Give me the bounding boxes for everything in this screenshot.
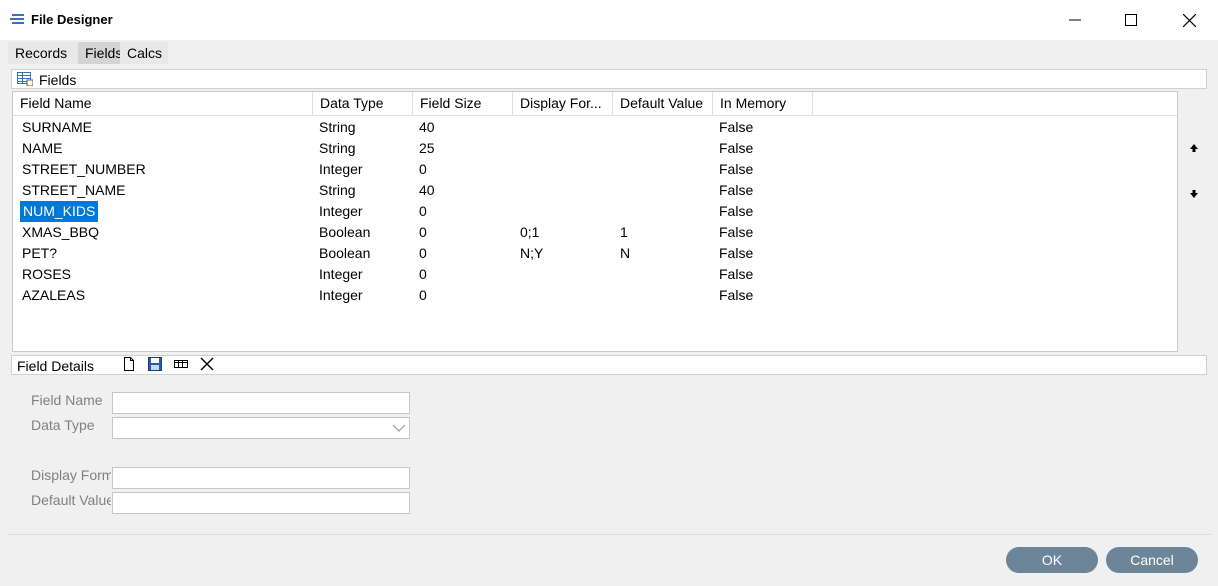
cell-field-size: 0 xyxy=(419,224,427,240)
cell-field-size: 0 xyxy=(419,203,427,219)
cell-in-memory: False xyxy=(719,224,754,240)
title-bar: File Designer xyxy=(0,0,1218,40)
column-header-field-size[interactable]: Field Size xyxy=(413,92,513,115)
table-row-selected[interactable]: NUM_KIDS Integer 0 False xyxy=(13,201,1177,222)
cell-in-memory: False xyxy=(719,161,754,177)
cell-data-type: String xyxy=(319,119,356,135)
move-up-arrow-icon[interactable] xyxy=(1188,142,1200,154)
cancel-button[interactable]: Cancel xyxy=(1106,547,1198,573)
delete-icon[interactable] xyxy=(200,357,214,371)
cell-in-memory: False xyxy=(719,245,754,261)
default-value-label: Default Value xyxy=(31,492,111,508)
cell-field-name: NUM_KIDS xyxy=(20,201,99,222)
ok-button[interactable]: OK xyxy=(1006,547,1098,573)
field-name-input[interactable] xyxy=(112,392,410,414)
cell-data-type: String xyxy=(319,140,356,156)
cell-field-name: SURNAME xyxy=(22,119,93,135)
cell-field-size: 25 xyxy=(419,140,435,156)
cell-data-type: Integer xyxy=(319,203,363,219)
fields-section-header: Fields xyxy=(11,69,1207,89)
cell-field-size: 0 xyxy=(419,266,427,282)
cell-field-name: AZALEAS xyxy=(22,287,86,303)
file-designer-icon xyxy=(10,14,24,24)
fields-grid[interactable]: Field Name Data Type Field Size Display … xyxy=(12,91,1178,352)
tab-fields[interactable]: Fields xyxy=(78,42,122,65)
close-icon xyxy=(1182,13,1196,27)
cell-default-value: 1 xyxy=(620,224,628,240)
column-header-in-memory[interactable]: In Memory xyxy=(713,92,813,115)
cell-in-memory: False xyxy=(719,140,754,156)
tab-calcs[interactable]: Calcs xyxy=(120,42,168,65)
data-type-select[interactable] xyxy=(112,417,410,439)
cell-in-memory: False xyxy=(719,182,754,198)
minimize-button[interactable] xyxy=(1046,0,1104,40)
column-header-default-value[interactable]: Default Value xyxy=(613,92,713,115)
minimize-icon xyxy=(1069,19,1081,21)
cell-field-name: XMAS_BBQ xyxy=(22,224,100,240)
column-header-display-format[interactable]: Display For... xyxy=(513,92,613,115)
chevron-down-icon xyxy=(392,424,406,432)
cell-data-type: Integer xyxy=(319,266,363,282)
field-details-header: Field Details xyxy=(11,355,1207,375)
cell-field-name: STREET_NAME xyxy=(22,182,126,198)
column-header-field-name[interactable]: Field Name xyxy=(13,92,313,115)
cell-display-format: 0;1 xyxy=(520,224,540,240)
cell-data-type: Boolean xyxy=(319,224,371,240)
maximize-button[interactable] xyxy=(1102,0,1160,40)
table-row[interactable]: STREET_NAME String 40 False xyxy=(13,180,1177,201)
window-title: File Designer xyxy=(31,12,113,27)
field-details-label: Field Details xyxy=(17,358,95,374)
save-icon[interactable] xyxy=(148,357,162,371)
cell-field-name: STREET_NUMBER xyxy=(22,161,146,177)
cell-field-size: 40 xyxy=(419,182,435,198)
cell-in-memory: False xyxy=(719,203,754,219)
cell-display-format: N;Y xyxy=(520,245,544,261)
cell-data-type: Integer xyxy=(319,161,363,177)
tab-records[interactable]: Records xyxy=(8,42,78,65)
table-row[interactable]: STREET_NUMBER Integer 0 False xyxy=(13,159,1177,180)
grid-header-row: Field Name Data Type Field Size Display … xyxy=(13,92,1177,116)
table-row[interactable]: AZALEAS Integer 0 False xyxy=(13,285,1177,306)
table-row[interactable]: PET? Boolean 0 N;Y N False xyxy=(13,243,1177,264)
cell-field-name: PET? xyxy=(22,245,58,261)
cell-field-name: ROSES xyxy=(22,266,72,282)
data-type-label: Data Type xyxy=(31,417,95,433)
table-icon xyxy=(17,72,33,86)
cell-in-memory: False xyxy=(719,266,754,282)
cell-data-type: Boolean xyxy=(319,245,371,261)
default-value-input[interactable] xyxy=(112,492,410,514)
cell-field-name: NAME xyxy=(22,140,63,156)
display-format-label: Display Form xyxy=(31,467,111,483)
cell-default-value: N xyxy=(620,245,631,261)
table-row[interactable]: XMAS_BBQ Boolean 0 0;1 1 False xyxy=(13,222,1177,243)
cell-in-memory: False xyxy=(719,119,754,135)
close-button[interactable] xyxy=(1160,0,1218,40)
table-row[interactable]: NAME String 25 False xyxy=(13,138,1177,159)
display-format-input[interactable] xyxy=(112,467,410,489)
new-document-icon[interactable] xyxy=(122,357,136,371)
move-down-arrow-icon[interactable] xyxy=(1188,188,1200,200)
column-header-data-type[interactable]: Data Type xyxy=(313,92,413,115)
cell-field-size: 40 xyxy=(419,119,435,135)
grid-edit-icon[interactable] xyxy=(174,357,188,371)
cell-field-size: 0 xyxy=(419,245,427,261)
table-row[interactable]: SURNAME String 40 False xyxy=(13,117,1177,138)
field-name-label: Field Name xyxy=(31,392,103,408)
cell-data-type: Integer xyxy=(319,287,363,303)
maximize-icon xyxy=(1125,14,1137,26)
fields-section-label: Fields xyxy=(39,72,77,88)
cell-data-type: String xyxy=(319,182,356,198)
table-row[interactable]: ROSES Integer 0 False xyxy=(13,264,1177,285)
cell-field-size: 0 xyxy=(419,161,427,177)
cell-in-memory: False xyxy=(719,287,754,303)
cell-field-size: 0 xyxy=(419,287,427,303)
